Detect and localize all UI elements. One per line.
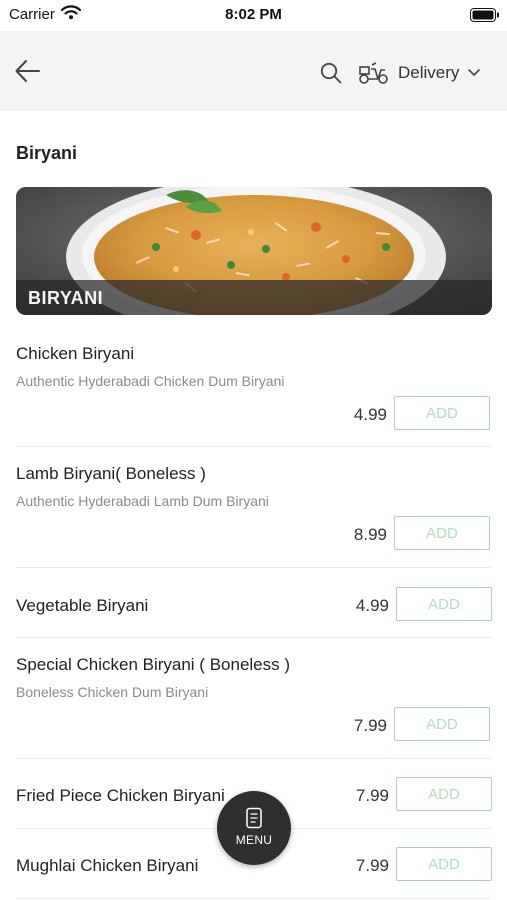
add-button[interactable]: ADD — [396, 587, 492, 621]
item-description: Authentic Hyderabadi Lamb Dum Biryani — [16, 493, 269, 509]
item-description: Authentic Hyderabadi Chicken Dum Biryani — [16, 373, 285, 389]
add-button[interactable]: ADD — [396, 847, 492, 881]
menu-item[interactable]: Chicken Biryani Authentic Hyderabadi Chi… — [16, 344, 492, 444]
menu-fab-button[interactable]: MENU — [217, 791, 291, 865]
item-price: 8.99 — [353, 525, 387, 544]
delivery-mode-selector[interactable]: Delivery — [358, 59, 481, 87]
add-button[interactable]: ADD — [396, 777, 492, 811]
item-name: Fried Piece Chicken Biryani — [16, 786, 225, 805]
add-button[interactable]: ADD — [394, 396, 490, 430]
divider — [16, 567, 491, 568]
search-icon — [320, 62, 342, 84]
divider — [16, 446, 491, 447]
item-description: Boneless Chicken Dum Biryani — [16, 684, 209, 700]
menu-item[interactable]: Vegetable Biryani 4.99 ADD — [16, 587, 492, 636]
menu-card-icon — [246, 807, 262, 829]
item-name: Special Chicken Biryani ( Boneless ) — [16, 655, 291, 674]
item-price: 7.99 — [355, 856, 389, 875]
menu-fab-label: MENU — [235, 833, 273, 847]
item-price: 4.99 — [353, 405, 387, 424]
divider — [16, 758, 491, 759]
status-time: 8:02 PM — [225, 6, 282, 23]
add-button[interactable]: ADD — [394, 516, 490, 550]
back-arrow-icon — [15, 60, 40, 82]
search-button[interactable] — [320, 62, 342, 84]
item-name: Vegetable Biryani — [16, 596, 149, 615]
item-price: 4.99 — [355, 596, 389, 615]
item-name: Mughlai Chicken Biryani — [16, 856, 199, 875]
status-bar: Carrier 8:02 PM — [0, 0, 507, 30]
add-button[interactable]: ADD — [394, 707, 490, 741]
scooter-icon — [359, 62, 388, 84]
divider — [16, 898, 491, 899]
banner-label-bar: BIRYANI — [16, 280, 492, 315]
chevron-down-icon — [468, 69, 481, 77]
menu-item[interactable]: Lamb Biryani( Boneless ) Authentic Hyder… — [16, 464, 492, 564]
banner-label: BIRYANI — [28, 288, 104, 308]
menu-item[interactable]: Special Chicken Biryani ( Boneless ) Bon… — [16, 655, 492, 755]
category-title: Biryani — [16, 143, 78, 163]
category-banner: BIRYANI — [16, 187, 492, 315]
top-nav-bar: Delivery — [0, 31, 507, 111]
divider — [16, 637, 491, 638]
battery-icon — [470, 8, 500, 27]
back-button[interactable] — [14, 57, 42, 85]
item-name: Lamb Biryani( Boneless ) — [16, 464, 206, 483]
delivery-label: Delivery — [398, 63, 460, 82]
item-price: 7.99 — [353, 716, 387, 735]
item-name: Chicken Biryani — [16, 344, 135, 363]
item-price: 7.99 — [355, 786, 389, 805]
